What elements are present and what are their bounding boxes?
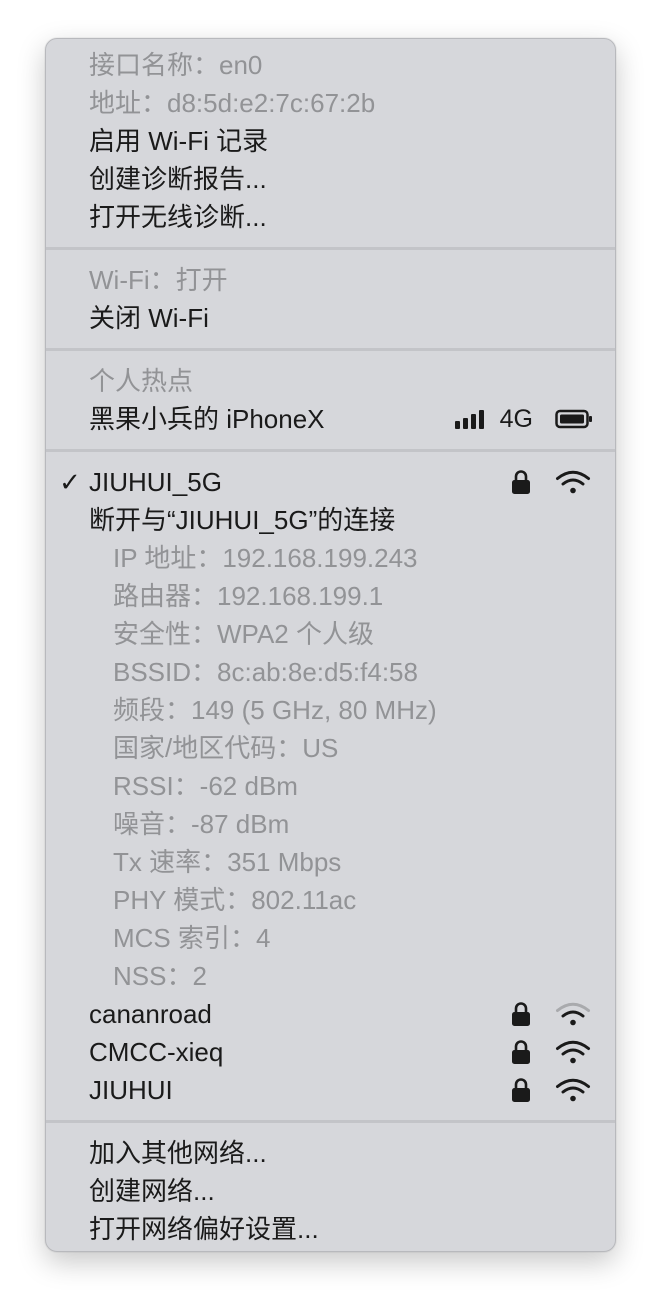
separator: [46, 449, 615, 452]
battery-icon: [555, 409, 593, 429]
current-network-item[interactable]: ✓ JIUHUI_5G: [46, 463, 615, 501]
personal-hotspot-header: 个人热点: [89, 366, 194, 396]
detail-ip-address: IP 地址：192.168.199.243: [113, 543, 418, 573]
hotspot-status: 4G: [454, 400, 593, 438]
separator: [46, 1120, 615, 1123]
interface-name: 接口名称：en0: [89, 50, 263, 80]
hotspot-device-item[interactable]: 黑果小兵的 iPhoneX 4G: [46, 400, 615, 438]
network-ssid: cananroad: [89, 999, 212, 1029]
disconnect-item[interactable]: 断开与“JIUHUI_5G”的连接: [46, 501, 615, 539]
detail-rssi: RSSI：-62 dBm: [113, 771, 298, 801]
cellular-signal-icon: [454, 409, 484, 429]
wifi-signal-icon: [555, 1071, 591, 1109]
detail-phy-mode: PHY 模式：802.11ac: [113, 885, 357, 915]
checkmark-icon: ✓: [59, 467, 81, 497]
detail-nss: NSS：2: [113, 961, 207, 991]
hotspot-device-name: 黑果小兵的 iPhoneX: [89, 404, 325, 434]
wifi-status: Wi-Fi：打开: [89, 265, 228, 295]
detail-country-code: 国家/地区代码：US: [113, 733, 339, 763]
network-ssid: JIUHUI: [89, 1075, 173, 1105]
turn-wifi-off-item[interactable]: 关闭 Wi-Fi: [46, 299, 615, 337]
network-item-cananroad[interactable]: cananroad: [46, 995, 615, 1033]
network-item-cmcc-xieq[interactable]: CMCC-xieq: [46, 1033, 615, 1071]
detail-mcs-index: MCS 索引：4: [113, 923, 271, 953]
join-other-network-item[interactable]: 加入其他网络...: [46, 1134, 615, 1172]
detail-tx-rate: Tx 速率：351 Mbps: [113, 847, 342, 877]
detail-router: 路由器：192.168.199.1: [113, 581, 384, 611]
separator: [46, 247, 615, 250]
open-network-preferences-item[interactable]: 打开网络偏好设置...: [46, 1210, 615, 1248]
network-ssid: CMCC-xieq: [89, 1037, 224, 1067]
lock-icon: [511, 463, 531, 501]
lock-icon: [511, 1071, 531, 1109]
wifi-signal-icon: [555, 463, 591, 501]
network-item-jiuhui[interactable]: JIUHUI: [46, 1071, 615, 1109]
open-wireless-diagnostics-item[interactable]: 打开无线诊断...: [46, 198, 615, 236]
detail-noise: 噪音：-87 dBm: [113, 809, 290, 839]
create-network-item[interactable]: 创建网络...: [46, 1172, 615, 1210]
detail-security: 安全性：WPA2 个人级: [113, 619, 374, 649]
create-diagnostics-report-item[interactable]: 创建诊断报告...: [46, 160, 615, 198]
separator: [46, 348, 615, 351]
detail-channel: 频段：149 (5 GHz, 80 MHz): [113, 695, 437, 725]
wifi-signal-icon: [555, 1033, 591, 1071]
wifi-status-menu: 接口名称：en0 地址：d8:5d:e2:7c:67:2b 启用 Wi-Fi 记…: [45, 38, 616, 1252]
wifi-signal-icon: [555, 995, 591, 1033]
detail-bssid: BSSID：8c:ab:8e:d5:f4:58: [113, 657, 418, 687]
enable-wifi-logging-item[interactable]: 启用 Wi-Fi 记录: [46, 122, 615, 160]
interface-address: 地址：d8:5d:e2:7c:67:2b: [89, 88, 376, 118]
network-type-label: 4G: [499, 405, 533, 433]
current-network-ssid: JIUHUI_5G: [89, 467, 222, 497]
lock-icon: [511, 995, 531, 1033]
lock-icon: [511, 1033, 531, 1071]
